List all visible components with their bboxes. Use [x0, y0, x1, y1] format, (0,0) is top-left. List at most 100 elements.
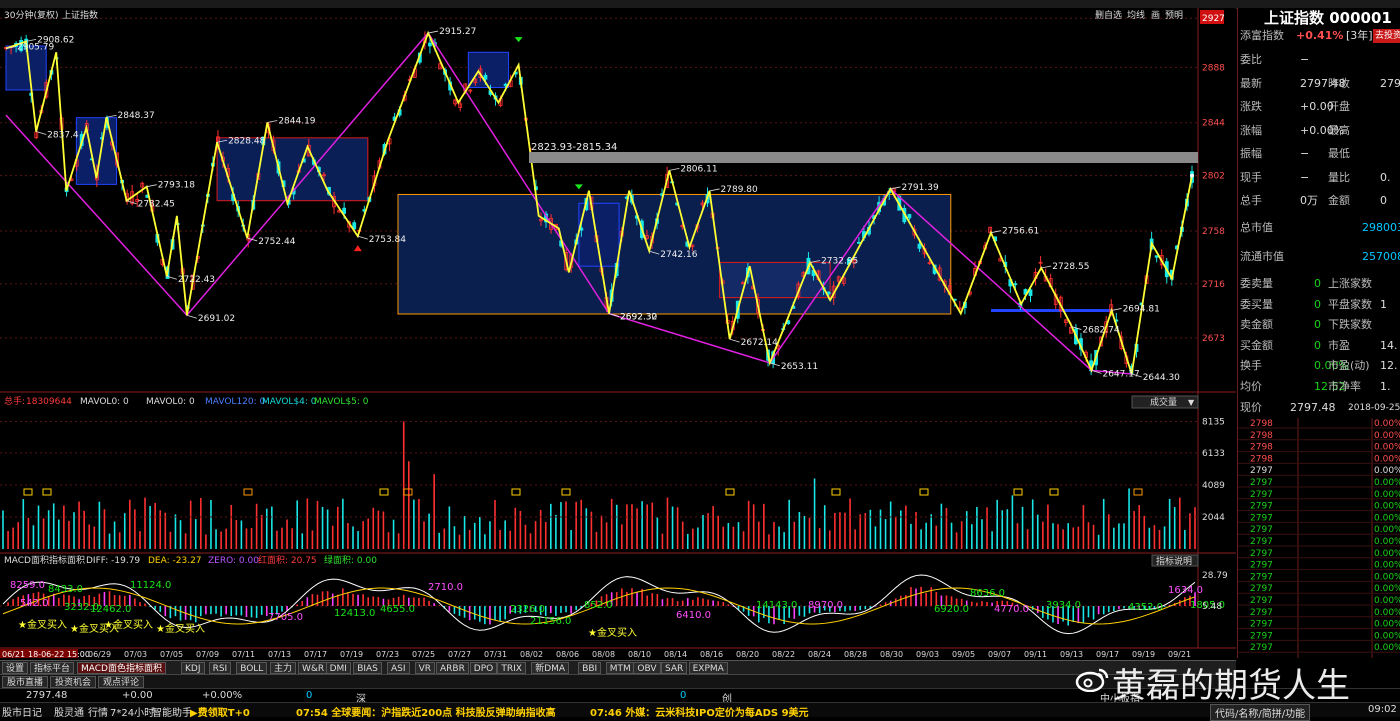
chart-toolbar[interactable]: 删自选 均线 画 预明	[1095, 9, 1183, 21]
indicator-tab[interactable]: TRIX	[497, 662, 526, 674]
x-axis-date-label: 09/21	[1168, 650, 1191, 658]
tick-price: 2797	[1250, 608, 1273, 618]
indicator-tab[interactable]: 主力	[270, 662, 297, 674]
volume-axis-label: 2044	[1202, 513, 1225, 523]
quote-label: 总手	[1240, 194, 1262, 207]
ticker-promo[interactable]: ▶费领取T+0	[190, 704, 250, 719]
tick-pct: 0.00%	[1374, 620, 1400, 630]
quote-label: 市盈	[1328, 338, 1350, 352]
volume-total-label: 总手:	[4, 395, 25, 407]
main-chart[interactable]: 2908.622905.792837.42848.372782.452793.1…	[0, 8, 1236, 658]
x-axis-date-label: 07/27	[448, 650, 471, 658]
macd-value-label: 6920.0	[934, 604, 969, 615]
toolbar-draw[interactable]: 画	[1151, 10, 1160, 21]
ticker-item-diary[interactable]: 股市日记	[2, 704, 42, 719]
macd-value-label: 4352.0	[1128, 602, 1163, 613]
indicator-tab[interactable]: EXPMA	[688, 662, 728, 674]
indicator-tab[interactable]: SAR	[661, 662, 688, 674]
candle-body	[428, 42, 432, 47]
tick-header-date: 2018-09-25,	[1348, 403, 1400, 413]
indicator-tab[interactable]: ASI	[387, 662, 410, 674]
toolbar-del-favorite[interactable]: 删自选	[1095, 9, 1122, 21]
indicator-tab[interactable]: DMI	[325, 662, 351, 674]
tick-price: 2797	[1250, 561, 1273, 571]
indicator-help-button[interactable]: 指标说明	[1151, 554, 1199, 567]
macd-diff: DIFF: -19.79	[86, 556, 140, 566]
indicator-tab[interactable]: KDJ	[181, 662, 205, 674]
x-axis-date-label: 06/29	[88, 650, 111, 658]
invest-button[interactable]: 去投资	[1373, 29, 1400, 43]
x-axis-date-label: 08/24	[808, 650, 831, 658]
pivot-price-label: 2653.11	[781, 362, 818, 372]
indicator-tab[interactable]: VR	[414, 662, 436, 674]
x-axis-date-label: 07/13	[268, 650, 291, 658]
candle-body	[857, 241, 861, 244]
indicator-tab[interactable]: W&R	[298, 662, 329, 674]
tick-header-label: 现价	[1240, 401, 1262, 414]
tick-pct: 0.00%	[1374, 596, 1400, 606]
indicator-tab[interactable]: OBV	[633, 662, 661, 674]
x-axis-date-label: 08/08	[592, 650, 615, 658]
indicator-tab[interactable]: 新DMA	[531, 662, 570, 674]
quote-label: 涨跌	[1240, 100, 1262, 113]
pivot-price-label: 2915.27	[439, 27, 476, 37]
ticker-item-quotes[interactable]: 行情	[88, 704, 108, 719]
indicator-tab[interactable]: 指标平台	[30, 662, 75, 674]
indicator-tab[interactable]: BOLL	[236, 662, 268, 674]
quote-label: 下跌家数	[1328, 318, 1372, 331]
indicator-tab[interactable]: MACD面色指标面积	[77, 662, 166, 674]
tick-pct: 0.00%	[1374, 631, 1400, 641]
candle-body	[1013, 283, 1018, 286]
toolbar-ma[interactable]: 均线	[1127, 9, 1145, 21]
price-axis-label: 2716	[1202, 280, 1225, 290]
quote-label: 振幅	[1240, 147, 1262, 160]
macd-value-label: 8636.0	[970, 588, 1005, 599]
ticker-item-gulingtong[interactable]: 股灵通	[54, 704, 84, 719]
volume-dropdown[interactable]: 成交量 ▼	[1131, 395, 1199, 409]
indicator-tab[interactable]: MTM	[605, 662, 635, 674]
x-axis-date-label: 07/03	[124, 650, 147, 658]
ticker-item-247[interactable]: 7*24小时	[110, 704, 154, 719]
indicator-tab[interactable]: RSI	[208, 662, 232, 674]
quote-row: 买金额 0 市盈 14.	[1240, 336, 1400, 356]
pivot-price-label: 2793.18	[158, 181, 195, 191]
quote-label: 量比	[1328, 170, 1350, 184]
macd-value-label: 7705.0	[268, 612, 303, 623]
indicator-tab[interactable]: ARBR	[436, 662, 469, 674]
pivot-price-label: 2844.19	[278, 116, 315, 126]
nav-tab[interactable]: 股市直播	[2, 676, 49, 688]
quote-label: 卖金额	[1240, 318, 1273, 331]
x-axis-date-label: 08/20	[736, 650, 759, 658]
tick-pct: 0.00%	[1374, 561, 1400, 571]
x-axis-date-label: 07/17	[304, 650, 327, 658]
macd-value-label: 8259.0	[10, 580, 45, 591]
toolbar-preview[interactable]: 预明	[1165, 10, 1183, 21]
indicator-tab[interactable]: BBI	[578, 662, 602, 674]
ticker-news-1[interactable]: 07:54 全球要闻：沪指跌近200点 科技股反弹助纳指收高	[296, 704, 556, 719]
cursor-date-label: 06/21	[2, 650, 25, 658]
x-axis-date-label: 07/05	[160, 650, 183, 658]
ticker-news-2[interactable]: 07:46 外媒：云米科技IPO定价为每ADS 9美元	[590, 704, 809, 719]
x-axis-date-label: 09/07	[988, 650, 1011, 658]
tick-pct: 0.00%	[1374, 490, 1400, 500]
pivot-price-label: 2644.30	[1143, 373, 1180, 383]
tick-pct: 0.00%	[1374, 502, 1400, 512]
pivot-price-label: 2742.16	[660, 250, 697, 260]
quote-label: 昨收	[1328, 76, 1350, 90]
x-axis-date-label: 07/09	[196, 650, 219, 658]
macd-value-label: 12462.0	[90, 604, 131, 615]
quote-value: 1.	[1380, 379, 1391, 393]
ticker-item-assistant[interactable]: 智能助手	[152, 704, 192, 719]
quote-title-bar: 上证指数 000001	[1238, 8, 1400, 27]
quote-row: 涨幅 +0.00% 最高	[1240, 121, 1400, 141]
nav-tab[interactable]: 投资机会	[50, 676, 97, 688]
tick-price: 2797	[1250, 525, 1273, 535]
indicator-tab[interactable]: BIAS	[353, 662, 382, 674]
quote-label: 市盈(动)	[1328, 359, 1370, 372]
nav-tab[interactable]: 观点评论	[98, 676, 145, 688]
indicator-tab[interactable]: DPO	[469, 662, 498, 674]
indicator-tab[interactable]: 设置	[2, 662, 29, 674]
wealth-index-period: [3年]	[1346, 29, 1373, 42]
quote-row: 均价 12.52 市净率 1.	[1240, 377, 1400, 397]
tick-table[interactable]: 2798 0.00% 2798 0.00% 2798 0.00% 2798 0.00% 2797…	[1238, 418, 1400, 658]
